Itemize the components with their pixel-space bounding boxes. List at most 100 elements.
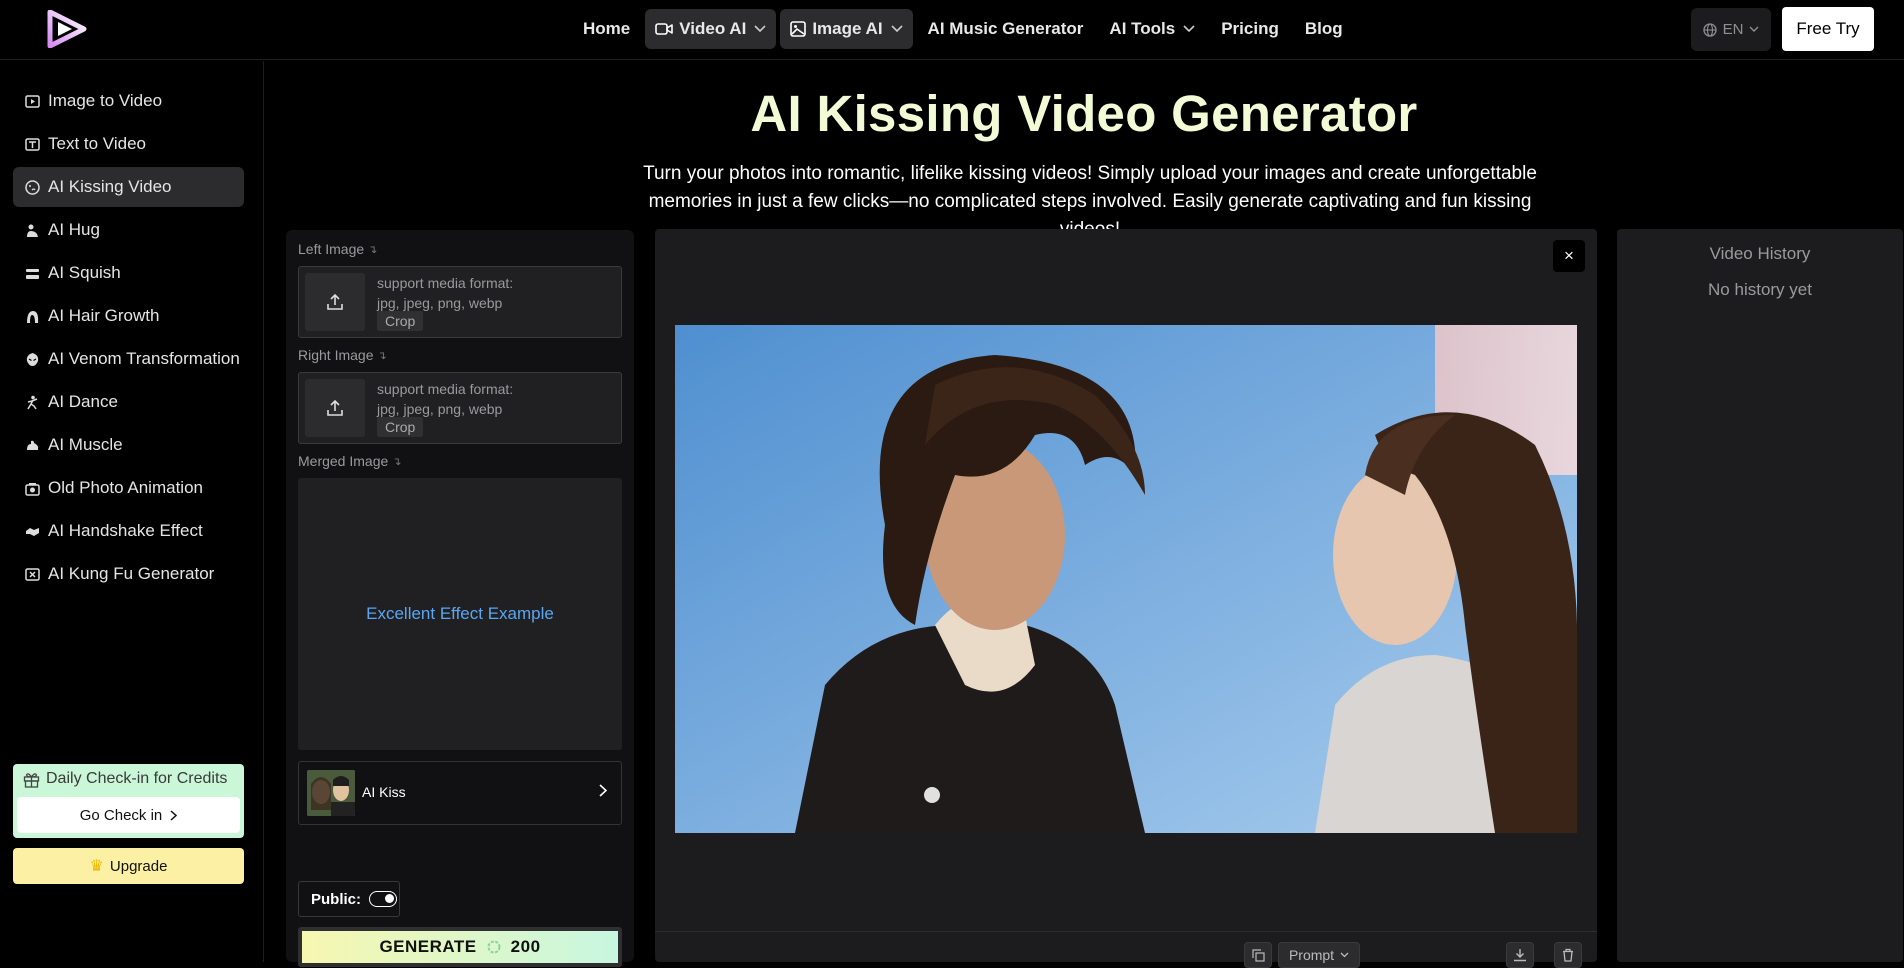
sidebar-item-ai-squish[interactable]: AI Squish bbox=[13, 253, 244, 293]
sidebar-item-image-to-video[interactable]: Image to Video bbox=[13, 81, 244, 121]
muscle-icon bbox=[25, 438, 40, 453]
venom-icon bbox=[25, 352, 40, 367]
nav-blog-label: Blog bbox=[1304, 19, 1343, 38]
page-title: AI Kissing Video Generator bbox=[750, 85, 1418, 142]
sidebar-item-old-photo-animation[interactable]: Old Photo Animation bbox=[13, 468, 244, 508]
video-history-empty: No history yet bbox=[1708, 280, 1812, 299]
sidebar-item-ai-kissing-video[interactable]: AI Kissing Video bbox=[13, 167, 244, 207]
chevron-down-icon bbox=[1749, 26, 1759, 32]
format-line-1: support media format: bbox=[377, 275, 514, 291]
example-preview-image bbox=[675, 325, 1577, 833]
upgrade-button[interactable]: ♛ Upgrade bbox=[13, 848, 244, 884]
prompt-dropdown[interactable]: Prompt bbox=[1278, 942, 1360, 968]
generate-credits: 200 bbox=[510, 937, 541, 956]
video-history-panel: Video History No history yet bbox=[1617, 229, 1903, 962]
sidebar-item-ai-hug[interactable]: AI Hug bbox=[13, 210, 244, 250]
hug-icon bbox=[25, 223, 40, 238]
chevron-down-icon bbox=[754, 25, 766, 33]
nav-blog[interactable]: Blog bbox=[1294, 9, 1354, 49]
video-history-title: Video History bbox=[1709, 244, 1811, 263]
sidebar-item-label: AI Kung Fu Generator bbox=[48, 564, 215, 583]
template-label: AI Kiss bbox=[362, 784, 406, 800]
nav-video-ai[interactable]: Video AI bbox=[645, 9, 777, 49]
sidebar-item-label: AI Muscle bbox=[48, 435, 123, 454]
sidebar-item-label: Image to Video bbox=[48, 91, 163, 110]
info-arrow-icon: ↴ bbox=[377, 349, 387, 362]
preview-toolbar: Prompt bbox=[655, 931, 1597, 968]
info-arrow-icon: ↴ bbox=[368, 243, 378, 256]
sidebar-item-label: AI Squish bbox=[48, 263, 121, 282]
left-image-label-text: Left Image bbox=[298, 241, 365, 257]
free-try-button[interactable]: Free Try bbox=[1782, 7, 1874, 51]
format-line-2: jpg, jpeg, png, webp bbox=[377, 401, 503, 417]
sidebar-item-label: AI Hug bbox=[48, 220, 100, 239]
upload-icon bbox=[327, 399, 343, 416]
go-check-in-button[interactable]: Go Check in bbox=[17, 797, 240, 833]
left-image-label: Left Image ↴ bbox=[298, 241, 377, 257]
chevron-right-icon bbox=[170, 809, 178, 821]
upload-icon bbox=[327, 293, 343, 310]
image-to-video-icon bbox=[25, 94, 40, 109]
main-nav: Home Video AI Image AI AI Music Generato… bbox=[572, 9, 1354, 49]
crop-button[interactable]: Crop bbox=[377, 311, 424, 331]
credit-coin-icon bbox=[487, 940, 501, 954]
nav-pricing[interactable]: Pricing bbox=[1210, 9, 1290, 49]
image-icon bbox=[790, 21, 807, 37]
prompt-label: Prompt bbox=[1288, 947, 1335, 963]
format-line-2: jpg, jpeg, png, webp bbox=[377, 295, 503, 311]
upload-button[interactable] bbox=[305, 273, 365, 331]
upgrade-label: Upgrade bbox=[109, 857, 168, 875]
excellent-effect-example-link[interactable]: Excellent Effect Example bbox=[366, 604, 554, 624]
sidebar-item-label: AI Kissing Video bbox=[48, 177, 172, 196]
hair-icon bbox=[25, 309, 40, 324]
copy-button[interactable] bbox=[1244, 942, 1272, 968]
sidebar-item-ai-hair-growth[interactable]: AI Hair Growth bbox=[13, 296, 244, 336]
checkin-title-text: Daily Check-in for Credits bbox=[46, 770, 228, 787]
close-icon: × bbox=[1564, 246, 1574, 265]
right-image-upload[interactable]: support media format: jpg, jpeg, png, we… bbox=[298, 372, 622, 444]
input-panel: Left Image ↴ support media format: jpg, … bbox=[286, 230, 634, 967]
merged-image-area: Excellent Effect Example bbox=[298, 478, 622, 750]
download-button[interactable] bbox=[1506, 942, 1534, 968]
sidebar-item-text-to-video[interactable]: Text to Video bbox=[13, 124, 244, 164]
generate-button[interactable]: GENERATE 200 bbox=[298, 927, 622, 967]
sidebar-item-ai-kung-fu-generator[interactable]: AI Kung Fu Generator bbox=[13, 554, 244, 594]
sidebar-item-ai-handshake-effect[interactable]: AI Handshake Effect bbox=[13, 511, 244, 551]
left-image-upload[interactable]: support media format: jpg, jpeg, png, we… bbox=[298, 266, 622, 338]
language-selector[interactable]: EN bbox=[1691, 8, 1771, 51]
nav-image-ai[interactable]: Image AI bbox=[780, 9, 913, 49]
daily-checkin-card: Daily Check-in for Credits Go Check in bbox=[13, 764, 244, 838]
text-to-video-icon bbox=[25, 137, 40, 152]
language-label: EN bbox=[1722, 21, 1744, 38]
sidebar-item-ai-muscle[interactable]: AI Muscle bbox=[13, 425, 244, 465]
delete-button[interactable] bbox=[1554, 942, 1582, 968]
sidebar: Image to Video Text to Video AI Kissing … bbox=[0, 61, 264, 962]
nav-home[interactable]: Home bbox=[572, 9, 641, 49]
nav-ai-music-generator[interactable]: AI Music Generator bbox=[917, 9, 1095, 49]
info-arrow-icon: ↴ bbox=[392, 455, 402, 468]
sidebar-item-label: Text to Video bbox=[48, 134, 146, 153]
brand-logo-icon[interactable] bbox=[46, 10, 88, 48]
sidebar-item-ai-dance[interactable]: AI Dance bbox=[13, 382, 244, 422]
generate-label: GENERATE bbox=[379, 937, 477, 956]
nav-video-ai-label: Video AI bbox=[679, 19, 747, 38]
gift-icon bbox=[23, 772, 40, 788]
crop-button[interactable]: Crop bbox=[377, 417, 424, 437]
upload-format-hint: support media format: jpg, jpeg, png, we… bbox=[377, 379, 513, 419]
kung-fu-icon bbox=[25, 567, 40, 582]
preview-panel: × Prompt bbox=[655, 229, 1597, 968]
sidebar-item-ai-venom-transformation[interactable]: AI Venom Transformation bbox=[13, 339, 244, 379]
sidebar-item-label: AI Handshake Effect bbox=[48, 521, 203, 540]
format-line-1: support media format: bbox=[377, 381, 514, 397]
nav-home-label: Home bbox=[583, 19, 631, 38]
merged-image-label: Merged Image ↴ bbox=[298, 453, 402, 469]
nav-ai-tools[interactable]: AI Tools bbox=[1098, 9, 1206, 49]
upload-button[interactable] bbox=[305, 379, 365, 437]
nav-ai-tools-label: AI Tools bbox=[1109, 19, 1176, 38]
sidebar-item-label: AI Hair Growth bbox=[48, 306, 160, 325]
video-camera-icon bbox=[655, 23, 674, 35]
close-button[interactable]: × bbox=[1553, 240, 1585, 272]
template-selector[interactable]: AI Kiss bbox=[298, 761, 622, 825]
globe-icon bbox=[1702, 22, 1717, 37]
public-toggle[interactable] bbox=[369, 891, 398, 907]
